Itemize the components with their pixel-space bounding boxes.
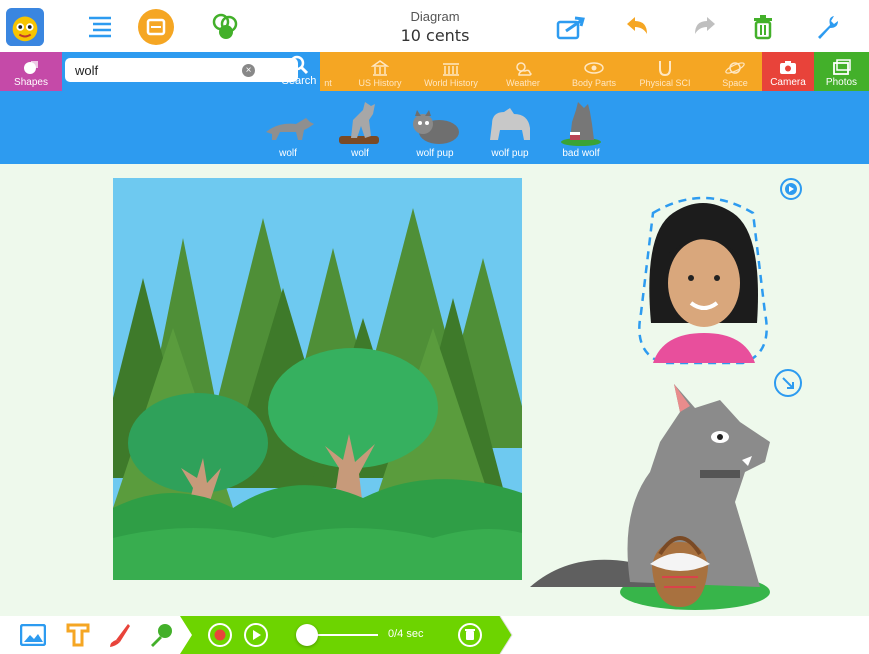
search-icon	[289, 55, 309, 75]
result-label: wolf pup	[416, 148, 454, 159]
category-weather[interactable]: Weather	[495, 52, 551, 91]
play-icon	[253, 630, 261, 640]
undo-icon[interactable]	[618, 8, 656, 46]
brush-icon[interactable]	[108, 622, 132, 653]
camera-label: Camera	[770, 77, 806, 88]
timeline-slider-track[interactable]	[308, 634, 378, 636]
camera-button[interactable]: Camera	[762, 52, 814, 91]
search-bar: × Search	[62, 52, 320, 91]
category-world-history[interactable]: World History	[418, 52, 484, 91]
result-label: wolf	[351, 148, 369, 159]
clear-search-icon[interactable]: ×	[242, 64, 255, 77]
category-body-parts[interactable]: Body Parts	[565, 52, 623, 91]
body-parts-label: Body Parts	[571, 78, 617, 88]
play-button[interactable]	[244, 623, 268, 647]
wolf-pup-icon	[490, 108, 530, 140]
document-title[interactable]: Diagram 10 cents	[360, 9, 510, 45]
bad-wolf-sticker[interactable]	[530, 382, 780, 614]
us-history-label: US History	[358, 78, 402, 88]
top-toolbar: Diagram 10 cents	[0, 0, 869, 52]
recording-bar: 0/4 sec	[180, 616, 530, 654]
wolf-pup-icon	[413, 110, 459, 144]
record-icon	[214, 629, 226, 641]
trash-icon	[465, 629, 475, 640]
redo-icon[interactable]	[686, 8, 724, 46]
result-label: bad wolf	[562, 148, 600, 159]
resize-arrow-icon	[782, 377, 794, 389]
world-history-label: World History	[424, 78, 478, 88]
search-button[interactable]: Search	[277, 55, 321, 89]
page-title: Diagram	[410, 9, 460, 24]
share-icon[interactable]	[552, 8, 590, 46]
girl-sticker[interactable]	[633, 193, 773, 368]
photos-button[interactable]: Photos	[814, 52, 869, 91]
result-item[interactable]: bad wolf	[546, 95, 616, 163]
microphone-icon[interactable]	[148, 622, 174, 653]
trash-icon[interactable]	[744, 8, 782, 46]
time-readout: 0/4 sec	[388, 628, 424, 640]
shapes-label: Shapes	[14, 77, 48, 88]
search-button-label: Search	[281, 75, 317, 87]
photos-label: Photos	[825, 77, 858, 88]
outline-icon[interactable]	[80, 8, 118, 46]
page-subtitle: 10 cents	[400, 26, 470, 45]
category-physical-sci[interactable]: Physical SCI	[630, 52, 700, 91]
image-icon[interactable]	[19, 623, 47, 651]
category-space[interactable]: Space	[712, 52, 758, 91]
result-label: wolf pup	[491, 148, 529, 159]
category-us-history[interactable]: US History	[350, 52, 410, 91]
weather-label: Weather	[506, 78, 540, 88]
category-partial[interactable]: nt	[318, 52, 338, 91]
forest-image[interactable]	[113, 178, 522, 580]
space-label: Space	[722, 78, 748, 88]
wrench-icon[interactable]	[807, 8, 845, 46]
timeline-slider-thumb[interactable]	[296, 624, 318, 646]
play-icon	[785, 183, 797, 195]
result-label: wolf	[279, 148, 297, 159]
wolf-icon	[266, 118, 314, 140]
result-item[interactable]: wolf	[253, 95, 323, 163]
search-input[interactable]	[65, 58, 298, 82]
bottom-toolbar: 0/4 sec	[0, 616, 869, 654]
result-item[interactable]: wolf	[325, 95, 395, 163]
physical-sci-label: Physical SCI	[639, 78, 691, 88]
result-item[interactable]: wolf pup	[475, 95, 545, 163]
shapes-button[interactable]: Shapes	[0, 52, 62, 91]
card-icon[interactable]	[137, 8, 175, 46]
record-button[interactable]	[208, 623, 232, 647]
delete-recording-button[interactable]	[458, 623, 482, 647]
layers-icon[interactable]	[206, 8, 244, 46]
text-tool-icon[interactable]	[66, 623, 90, 652]
bad-wolf-icon	[561, 102, 601, 146]
mascot-icon[interactable]	[6, 8, 44, 46]
wolf-icon	[339, 102, 379, 144]
category-partial-label: nt	[324, 78, 332, 88]
search-results: wolf wolf wolf pup wolf pup bad wolf	[0, 91, 869, 164]
result-item[interactable]: wolf pup	[400, 95, 470, 163]
play-sticker-button[interactable]	[780, 178, 802, 200]
